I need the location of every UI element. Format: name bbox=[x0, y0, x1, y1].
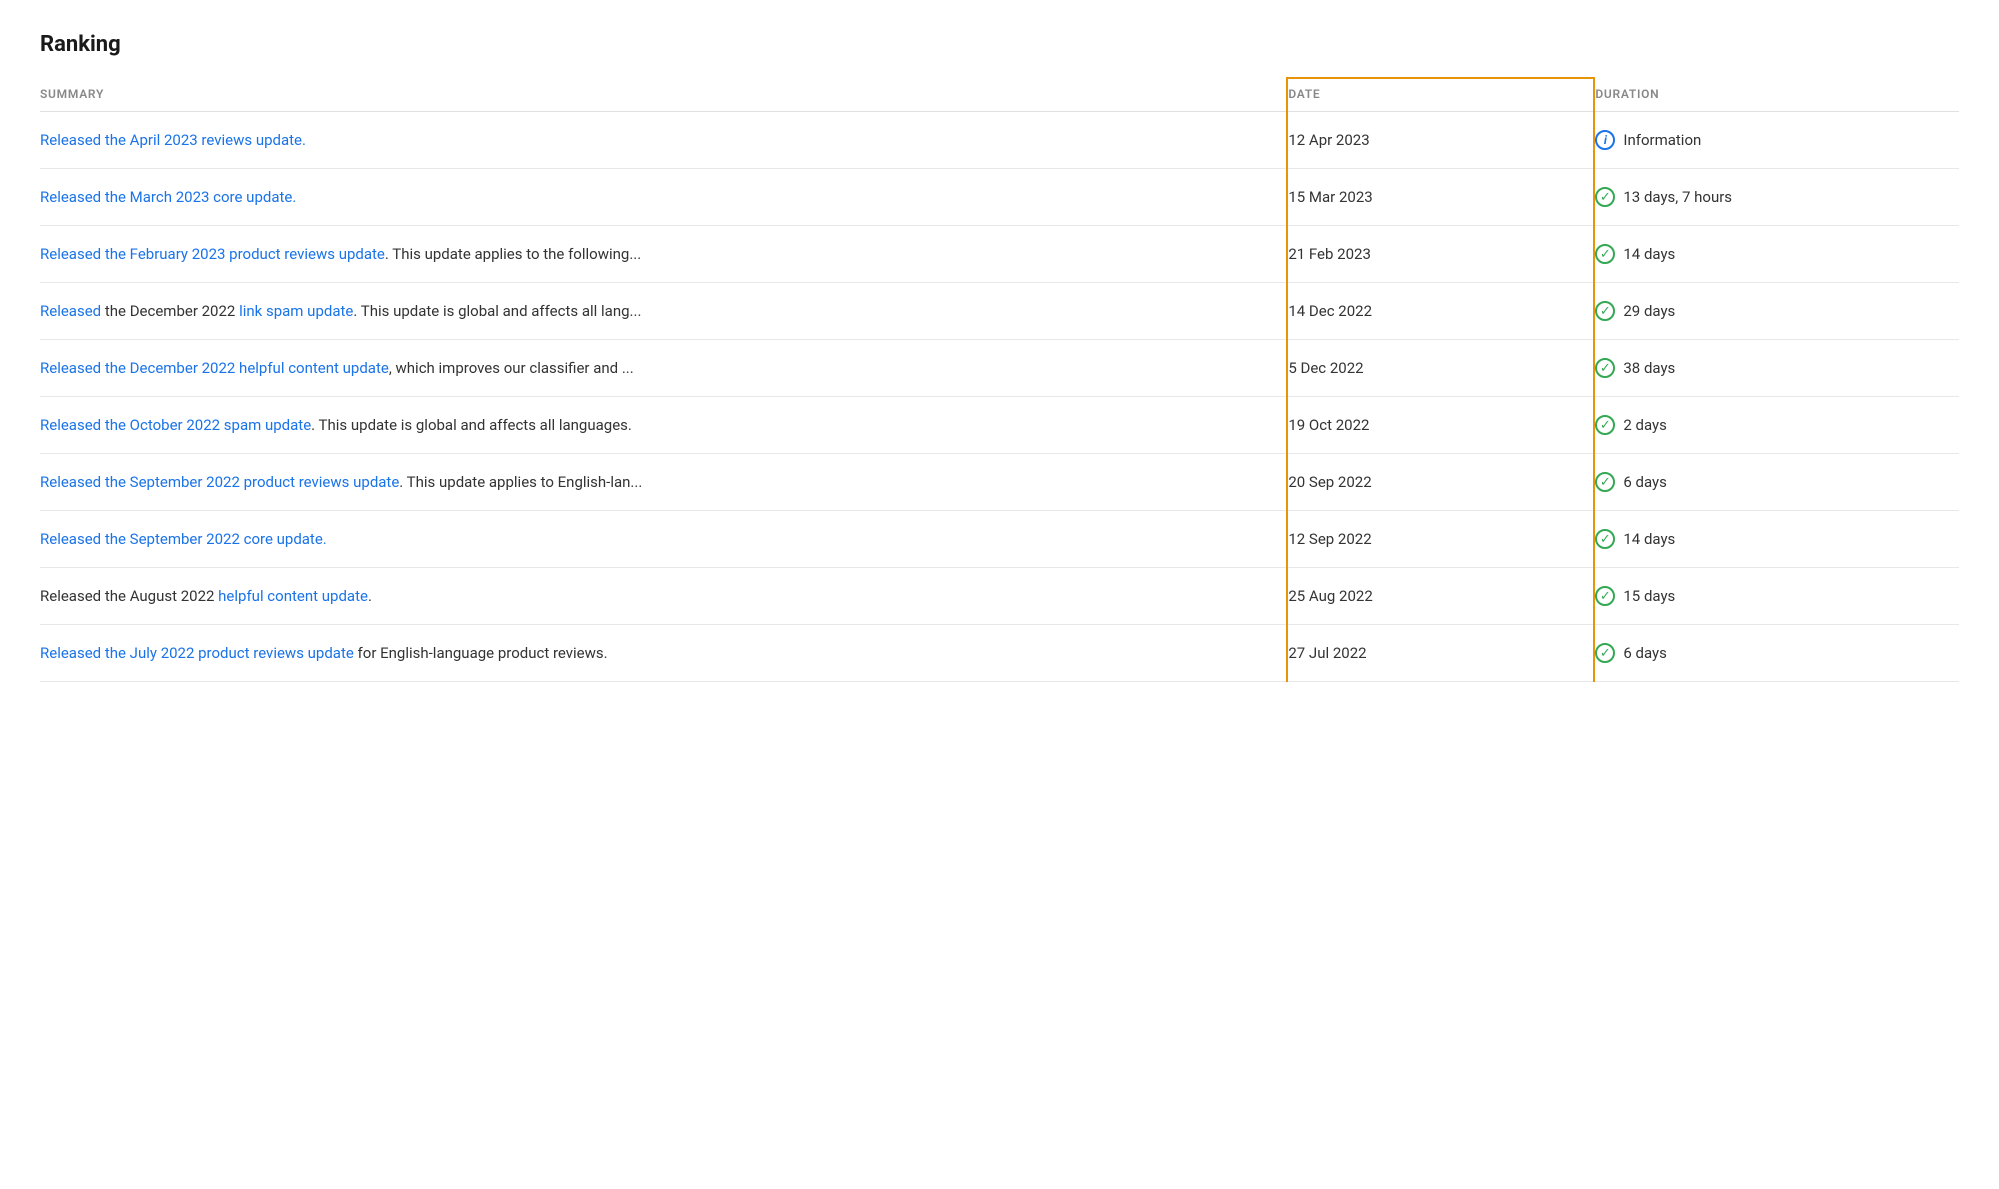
summary-link[interactable]: Released the September 2022 product revi… bbox=[40, 473, 399, 491]
summary-cell: Released the August 2022 helpful content… bbox=[40, 568, 1287, 625]
check-icon: ✓ bbox=[1595, 472, 1615, 492]
duration-text: 14 days bbox=[1623, 530, 1675, 548]
summary-text: . This update is global and affects all … bbox=[353, 302, 641, 320]
duration-cell: i Information bbox=[1594, 112, 1959, 169]
summary-link[interactable]: Released the December 2022 helpful conte… bbox=[40, 359, 389, 377]
duration-text: 13 days, 7 hours bbox=[1623, 188, 1732, 206]
summary-text: , which improves our classifier and ... bbox=[389, 359, 634, 377]
date-cell: 21 Feb 2023 bbox=[1287, 226, 1594, 283]
page-title: Ranking bbox=[40, 32, 1959, 57]
duration-cell: ✓ 13 days, 7 hours bbox=[1594, 169, 1959, 226]
duration-text: 14 days bbox=[1623, 245, 1675, 263]
summary-cell: Released the April 2023 reviews update. bbox=[40, 112, 1287, 169]
ranking-table: SUMMARY DATE DURATION Released the April… bbox=[40, 77, 1959, 682]
summary-text: . This update is global and affects all … bbox=[311, 416, 632, 434]
summary-link[interactable]: link spam update bbox=[239, 302, 353, 320]
date-cell: 5 Dec 2022 bbox=[1287, 340, 1594, 397]
summary-text: the August 2022 bbox=[101, 587, 218, 605]
duration-text: 6 days bbox=[1623, 473, 1667, 491]
duration-cell: ✓ 2 days bbox=[1594, 397, 1959, 454]
duration-cell: ✓ 29 days bbox=[1594, 283, 1959, 340]
summary-text: Released bbox=[40, 587, 101, 605]
check-icon: ✓ bbox=[1595, 244, 1615, 264]
table-row: Released the September 2022 core update.… bbox=[40, 511, 1959, 568]
table-row: Released the September 2022 product revi… bbox=[40, 454, 1959, 511]
date-cell: 12 Sep 2022 bbox=[1287, 511, 1594, 568]
table-row: Released the February 2023 product revie… bbox=[40, 226, 1959, 283]
summary-cell: Released the December 2022 link spam upd… bbox=[40, 283, 1287, 340]
summary-cell: Released the September 2022 core update. bbox=[40, 511, 1287, 568]
table-row: Released the October 2022 spam update. T… bbox=[40, 397, 1959, 454]
duration-text: 2 days bbox=[1623, 416, 1667, 434]
check-icon: ✓ bbox=[1595, 415, 1615, 435]
table-row: Released the July 2022 product reviews u… bbox=[40, 625, 1959, 682]
col-header-summary: SUMMARY bbox=[40, 78, 1287, 112]
duration-text: 15 days bbox=[1623, 587, 1675, 605]
check-icon: ✓ bbox=[1595, 301, 1615, 321]
date-cell: 14 Dec 2022 bbox=[1287, 283, 1594, 340]
check-icon: ✓ bbox=[1595, 187, 1615, 207]
table-row: Released the August 2022 helpful content… bbox=[40, 568, 1959, 625]
summary-cell: Released the February 2023 product revie… bbox=[40, 226, 1287, 283]
summary-link[interactable]: Released the April 2023 reviews update. bbox=[40, 131, 306, 149]
summary-text: . bbox=[368, 587, 372, 605]
table-row: Released the March 2023 core update. 15 M… bbox=[40, 169, 1959, 226]
summary-link[interactable]: Released the March 2023 core update. bbox=[40, 188, 296, 206]
table-row: Released the December 2022 helpful conte… bbox=[40, 340, 1959, 397]
duration-cell: ✓ 6 days bbox=[1594, 454, 1959, 511]
duration-text: 38 days bbox=[1623, 359, 1675, 377]
date-cell: 27 Jul 2022 bbox=[1287, 625, 1594, 682]
check-icon: ✓ bbox=[1595, 358, 1615, 378]
summary-link[interactable]: Released bbox=[40, 302, 101, 320]
summary-link[interactable]: Released the October 2022 spam update bbox=[40, 416, 311, 434]
date-cell: 12 Apr 2023 bbox=[1287, 112, 1594, 169]
summary-cell: Released the December 2022 helpful conte… bbox=[40, 340, 1287, 397]
duration-cell: ✓ 14 days bbox=[1594, 511, 1959, 568]
duration-text: Information bbox=[1623, 131, 1701, 149]
duration-cell: ✓ 15 days bbox=[1594, 568, 1959, 625]
summary-text: . This update applies to the following..… bbox=[385, 245, 641, 263]
check-icon: ✓ bbox=[1595, 643, 1615, 663]
table-row: Released the December 2022 link spam upd… bbox=[40, 283, 1959, 340]
duration-text: 29 days bbox=[1623, 302, 1675, 320]
duration-cell: ✓ 14 days bbox=[1594, 226, 1959, 283]
summary-text: the December 2022 bbox=[101, 302, 239, 320]
summary-text: for English-language product reviews. bbox=[354, 644, 608, 662]
summary-cell: Released the September 2022 product revi… bbox=[40, 454, 1287, 511]
info-icon: i bbox=[1595, 130, 1615, 150]
duration-cell: ✓ 38 days bbox=[1594, 340, 1959, 397]
summary-cell: Released the March 2023 core update. bbox=[40, 169, 1287, 226]
check-icon: ✓ bbox=[1595, 586, 1615, 606]
summary-link[interactable]: helpful content update bbox=[218, 587, 368, 605]
summary-cell: Released the July 2022 product reviews u… bbox=[40, 625, 1287, 682]
date-cell: 19 Oct 2022 bbox=[1287, 397, 1594, 454]
date-cell: 20 Sep 2022 bbox=[1287, 454, 1594, 511]
col-header-date: DATE bbox=[1287, 78, 1594, 112]
table-row: Released the April 2023 reviews update. 1… bbox=[40, 112, 1959, 169]
summary-link[interactable]: Released the September 2022 core update. bbox=[40, 530, 327, 548]
date-cell: 25 Aug 2022 bbox=[1287, 568, 1594, 625]
duration-cell: ✓ 6 days bbox=[1594, 625, 1959, 682]
summary-link[interactable]: Released the July 2022 product reviews u… bbox=[40, 644, 354, 662]
summary-link[interactable]: Released the February 2023 product revie… bbox=[40, 245, 385, 263]
date-cell: 15 Mar 2023 bbox=[1287, 169, 1594, 226]
summary-cell: Released the October 2022 spam update. T… bbox=[40, 397, 1287, 454]
check-icon: ✓ bbox=[1595, 529, 1615, 549]
duration-text: 6 days bbox=[1623, 644, 1667, 662]
col-header-duration: DURATION bbox=[1594, 78, 1959, 112]
summary-text: . This update applies to English-lan... bbox=[399, 473, 642, 491]
